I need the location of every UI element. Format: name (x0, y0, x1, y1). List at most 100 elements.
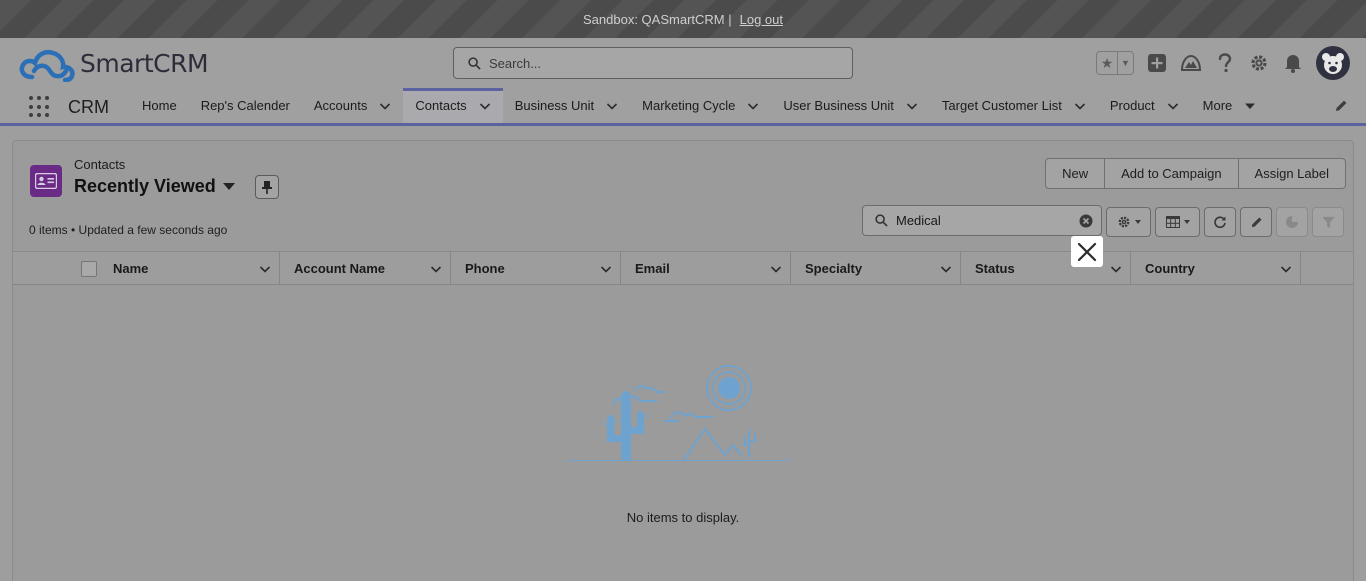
chevron-down-icon[interactable] (1244, 100, 1256, 112)
column-header-phone[interactable]: Phone (451, 252, 621, 285)
chevron-down-icon[interactable] (1110, 263, 1122, 275)
column-header-name[interactable]: Name (99, 252, 280, 285)
pin-icon (262, 181, 272, 194)
nav-item-label: Rep's Calender (200, 98, 290, 113)
sandbox-label: Sandbox: QASmartCRM | (583, 11, 732, 27)
chevron-down-icon (1134, 220, 1141, 224)
column-header-account-name[interactable]: Account Name (280, 252, 451, 285)
nav-item-label: User Business Unit (783, 98, 894, 113)
chevron-down-icon[interactable] (906, 100, 918, 112)
column-label: Specialty (805, 261, 863, 276)
contact-object-icon (30, 165, 62, 197)
chevron-down-icon[interactable] (479, 100, 491, 112)
list-view-controls-button[interactable] (1106, 207, 1151, 237)
nav-item-label: Target Customer List (941, 98, 1062, 113)
chevron-down-icon[interactable] (430, 263, 442, 275)
table-header: Name Account Name Phone Email Specialty Statu… (13, 251, 1353, 285)
clear-search-icon[interactable] (1079, 214, 1093, 231)
chevron-down-icon[interactable] (1280, 263, 1292, 275)
chevron-down-icon[interactable] (1074, 100, 1086, 112)
nav-item-contacts[interactable]: Contacts (403, 88, 503, 123)
column-label: Account Name (294, 261, 386, 276)
object-label: Contacts (74, 157, 126, 172)
list-search-value: Medical (896, 213, 941, 228)
nav-item-rep-s-calender[interactable]: Rep's Calender (189, 88, 302, 123)
avatar-icon[interactable] (1316, 46, 1350, 80)
column-header-status[interactable]: Status (961, 252, 1131, 285)
column-header-email[interactable]: Email (621, 252, 791, 285)
list-view-title[interactable]: Recently Viewed (74, 176, 216, 197)
empty-message: No items to display. (626, 510, 740, 525)
chevron-down-icon[interactable] (259, 263, 271, 275)
chevron-down-icon[interactable] (770, 263, 782, 275)
setup-gear-icon[interactable] (1248, 52, 1270, 74)
column-label: Name (113, 261, 149, 276)
refresh-button[interactable] (1204, 207, 1236, 237)
list-search-input[interactable]: Medical (862, 205, 1102, 236)
nav-item-target-customer-list[interactable]: Target Customer List (930, 88, 1098, 123)
close-icon[interactable] (1071, 236, 1103, 267)
desert-illustration-icon (567, 365, 791, 461)
chevron-down-icon[interactable] (940, 263, 952, 275)
pencil-icon (1251, 216, 1262, 227)
list-meta-info: 0 items • Updated a few seconds ago (29, 223, 228, 237)
chevron-down-icon[interactable] (1167, 100, 1179, 112)
list-actions: New Add to Campaign Assign Label (1045, 158, 1346, 189)
inline-edit-button[interactable] (1240, 207, 1272, 237)
chevron-down-icon (1183, 220, 1190, 224)
trailhead-icon[interactable] (1180, 52, 1202, 74)
gear-icon (1118, 216, 1129, 228)
charts-button[interactable] (1276, 207, 1308, 237)
pin-list-view-button[interactable] (255, 175, 279, 199)
nav-item-business-unit[interactable]: Business Unit (503, 88, 630, 123)
search-icon (875, 214, 888, 227)
favorites-group: ★ ▼ (1096, 51, 1134, 75)
nav-item-label: Marketing Cycle (642, 98, 736, 113)
list-view-panel: Contacts Recently Viewed New Add to Campa… (12, 140, 1354, 581)
search-icon (468, 56, 481, 70)
nav-item-accounts[interactable]: Accounts (302, 88, 403, 123)
nav-item-home[interactable]: Home (130, 88, 189, 123)
global-search-input[interactable]: Search... (453, 47, 853, 79)
nav-items: Home Rep's Calender Accounts Contacts Busine… (130, 88, 1268, 123)
help-icon[interactable] (1214, 52, 1236, 74)
nav-item-product[interactable]: Product (1098, 88, 1191, 123)
column-label: Country (1145, 261, 1195, 276)
empty-state: No items to display. (13, 285, 1353, 575)
nav-item-more[interactable]: More (1191, 88, 1269, 123)
favorites-dropdown-icon[interactable]: ▼ (1117, 52, 1133, 74)
app-navigation: CRM Home Rep's Calender Accounts Contacts Bu… (0, 88, 1366, 126)
chevron-down-icon[interactable] (379, 100, 391, 112)
edit-nav-pencil-icon[interactable] (1334, 99, 1348, 116)
nav-item-marketing-cycle[interactable]: Marketing Cycle (630, 88, 771, 123)
chevron-down-icon[interactable] (747, 100, 759, 112)
plus-icon[interactable] (1146, 52, 1168, 74)
filters-button[interactable] (1312, 207, 1344, 237)
filter-icon (1321, 216, 1335, 228)
table-icon (1165, 216, 1180, 228)
select-all-checkbox[interactable] (81, 261, 97, 277)
nav-item-label: Home (142, 98, 177, 113)
add-to-campaign-button[interactable]: Add to Campaign (1104, 159, 1237, 188)
brand-logo[interactable]: SmartCRM (18, 44, 209, 82)
refresh-icon (1214, 216, 1226, 229)
new-button[interactable]: New (1046, 159, 1104, 188)
column-header-specialty[interactable]: Specialty (791, 252, 961, 285)
favorite-star-icon[interactable]: ★ (1097, 52, 1117, 74)
cloud-logo-icon (19, 49, 75, 82)
column-label: Status (975, 261, 1015, 276)
assign-label-button[interactable]: Assign Label (1237, 159, 1345, 188)
global-header: SmartCRM Search... ★ ▼ (0, 38, 1366, 88)
column-header-country[interactable]: Country (1131, 252, 1301, 285)
app-launcher-icon[interactable] (29, 96, 51, 118)
nav-item-label: Product (1109, 98, 1155, 113)
bell-icon[interactable] (1282, 52, 1304, 74)
list-view-dropdown-icon[interactable] (223, 183, 235, 190)
header-utilities: ★ ▼ (1096, 44, 1350, 82)
chevron-down-icon[interactable] (600, 263, 612, 275)
brand-name: SmartCRM (80, 48, 209, 78)
chevron-down-icon[interactable] (606, 100, 618, 112)
display-as-table-button[interactable] (1155, 207, 1200, 237)
nav-item-user-business-unit[interactable]: User Business Unit (771, 88, 930, 123)
logout-link[interactable]: Log out (740, 12, 783, 27)
